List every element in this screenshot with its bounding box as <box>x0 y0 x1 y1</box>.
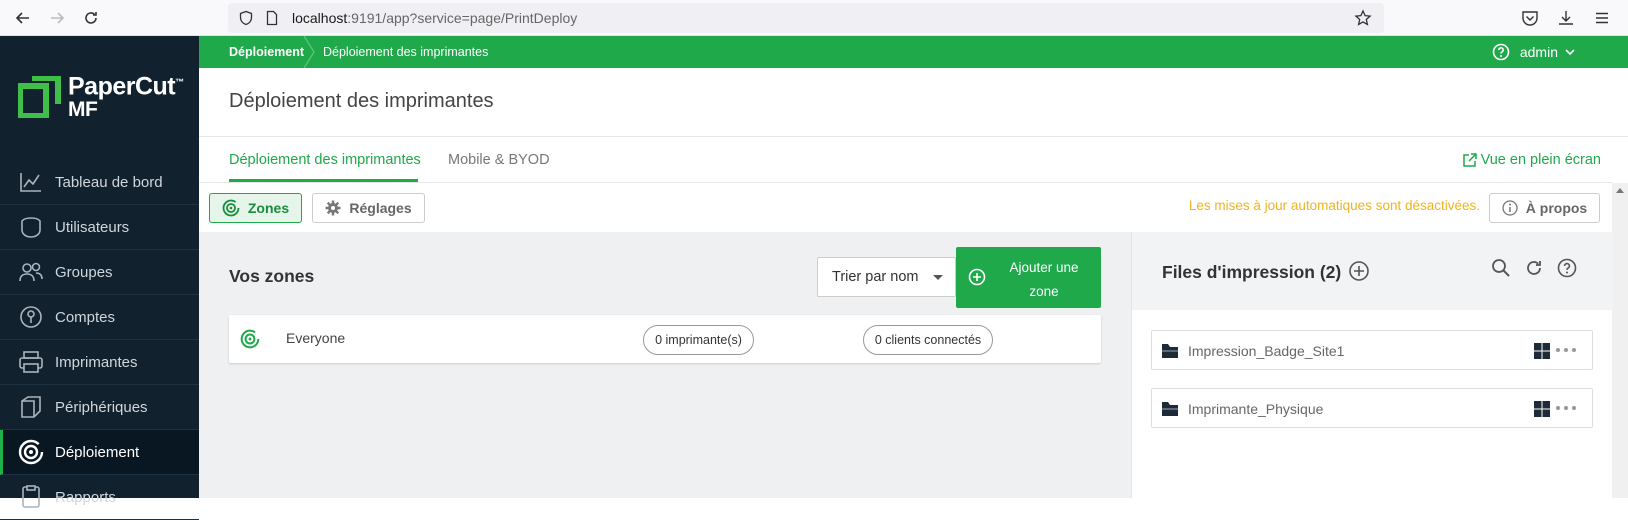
breadcrumb-separator-icon <box>303 36 315 68</box>
address-bar[interactable]: localhost:9191/app?service=page/PrintDep… <box>228 3 1384 33</box>
sidebar-item-label: Déploiement <box>55 443 140 461</box>
gear-icon <box>325 200 341 216</box>
device-icon <box>18 394 44 420</box>
divider <box>199 182 1612 183</box>
queue-name[interactable]: Impression_Badge_Site1 <box>1188 343 1344 359</box>
tab-mobile-byod[interactable]: Mobile & BYOD <box>448 152 550 168</box>
zones-panel: Vos zones Trier par nom Ajouter une zone… <box>199 232 1131 498</box>
deploy-icon <box>18 439 44 465</box>
folder-icon <box>1162 402 1178 416</box>
zone-printers-count[interactable]: 0 imprimante(s) <box>643 325 754 355</box>
more-options-icon[interactable] <box>1555 399 1577 417</box>
add-zone-button[interactable]: Ajouter une zone <box>956 247 1101 308</box>
bookmark-star-icon[interactable] <box>1354 9 1372 27</box>
search-icon[interactable] <box>1491 258 1511 278</box>
sort-select[interactable]: Trier par nom <box>817 257 956 297</box>
zones-label: Zones <box>247 200 290 216</box>
sort-label: Trier par nom <box>832 269 919 285</box>
tab-deploiement-imprimantes[interactable]: Déploiement des imprimantes <box>229 152 421 168</box>
windows-icon <box>1534 401 1550 417</box>
sidebar-item-comptes[interactable]: Comptes <box>0 295 199 340</box>
sidebar-item-utilisateurs[interactable]: Utilisateurs <box>0 205 199 250</box>
auto-update-notice: Les mises à jour automatiques sont désac… <box>1188 198 1480 213</box>
refresh-icon[interactable] <box>1524 258 1544 278</box>
zones-title: Vos zones <box>229 266 315 286</box>
menu-icon[interactable] <box>1593 9 1611 27</box>
user-menu[interactable]: admin <box>1492 43 1576 61</box>
url-text[interactable]: localhost:9191/app?service=page/PrintDep… <box>292 10 577 26</box>
about-label: À propos <box>1525 200 1588 216</box>
sidebar-item-label: Périphériques <box>55 398 148 416</box>
info-icon <box>1502 200 1518 216</box>
papercut-logo[interactable]: PaperCut™ MF <box>18 72 188 124</box>
caret-down-icon <box>933 275 943 280</box>
forward-icon[interactable] <box>46 7 68 29</box>
breadcrumb-root[interactable]: Déploiement <box>229 45 304 59</box>
scrollbar[interactable] <box>1612 183 1628 498</box>
help-circle-icon[interactable] <box>1492 43 1510 61</box>
sidebar-item-label: Groupes <box>55 263 113 281</box>
pocket-icon[interactable] <box>1521 9 1539 27</box>
queues-header: Files d'impression (2) <box>1132 232 1613 310</box>
sidebar-item-label: Imprimantes <box>55 353 138 371</box>
username[interactable]: admin <box>1520 44 1558 60</box>
group-icon <box>18 259 44 285</box>
divider <box>199 136 1628 137</box>
user-icon <box>18 214 44 240</box>
download-icon[interactable] <box>1557 9 1575 27</box>
queues-panel: Files d'impression (2) Impression_Badge_… <box>1131 232 1613 498</box>
sidebar-item-label: Tableau de bord <box>55 173 163 191</box>
sidebar-item-tableau-de-bord[interactable]: Tableau de bord <box>0 160 199 205</box>
chart-line-icon <box>18 169 44 195</box>
fullscreen-link[interactable]: Vue en plein écran <box>1462 152 1601 168</box>
sidebar-item-groupes[interactable]: Groupes <box>0 250 199 295</box>
queue-name[interactable]: Imprimante_Physique <box>1188 401 1323 417</box>
shield-icon[interactable] <box>238 10 254 26</box>
fullscreen-label[interactable]: Vue en plein écran <box>1481 152 1601 168</box>
sidebar-item-imprimantes[interactable]: Imprimantes <box>0 340 199 385</box>
printer-icon <box>18 349 44 375</box>
settings-label: Réglages <box>349 200 412 216</box>
logo-wordmark: PaperCut™ MF <box>68 72 184 122</box>
windows-icon <box>1534 343 1550 359</box>
sidebar-item-deploiement[interactable]: Déploiement <box>0 430 199 475</box>
zones-button[interactable]: Zones <box>209 193 302 223</box>
queue-item[interactable]: Impression_Badge_Site1 <box>1151 330 1593 370</box>
queue-item[interactable]: Imprimante_Physique <box>1151 388 1593 428</box>
add-queue-icon[interactable] <box>1348 260 1370 282</box>
report-icon <box>18 484 44 510</box>
zones-icon <box>222 199 240 217</box>
browser-toolbar: localhost:9191/app?service=page/PrintDep… <box>0 0 1628 36</box>
zone-name[interactable]: Everyone <box>286 330 345 346</box>
zone-row[interactable]: Everyone 0 imprimante(s) 0 clients conne… <box>229 315 1101 363</box>
sidebar-item-label: Rapports <box>55 488 116 506</box>
queues-title: Files d'impression (2) <box>1162 262 1342 282</box>
plus-circle-icon <box>968 268 986 286</box>
account-icon <box>18 304 44 330</box>
back-icon[interactable] <box>12 7 34 29</box>
settings-button[interactable]: Réglages <box>312 193 425 223</box>
reload-icon[interactable] <box>80 7 102 29</box>
top-bar: Déploiement Déploiement des imprimantes … <box>199 36 1628 68</box>
zone-clients-count[interactable]: 0 clients connectés <box>863 325 993 355</box>
help-icon[interactable] <box>1557 258 1577 278</box>
external-link-icon <box>1462 152 1477 167</box>
zone-icon <box>240 329 260 349</box>
folder-icon <box>1162 344 1178 358</box>
breadcrumb-current: Déploiement des imprimantes <box>323 45 489 59</box>
sidebar: PaperCut™ MF Tableau de bord Utilisateur… <box>0 36 199 520</box>
sidebar-item-label: Utilisateurs <box>55 218 130 236</box>
scroll-up-icon[interactable] <box>1616 187 1624 193</box>
more-options-icon[interactable] <box>1555 341 1577 359</box>
sidebar-item-label: Comptes <box>55 308 116 326</box>
add-zone-label: Ajouter une zone <box>1009 260 1079 299</box>
page-icon[interactable] <box>264 10 280 26</box>
page-title: Déploiement des imprimantes <box>229 90 494 112</box>
sidebar-item-peripheriques[interactable]: Périphériques <box>0 385 199 430</box>
chevron-down-icon[interactable] <box>1564 46 1576 58</box>
about-button[interactable]: À propos <box>1489 193 1600 223</box>
papercut-logo-icon <box>18 76 61 118</box>
